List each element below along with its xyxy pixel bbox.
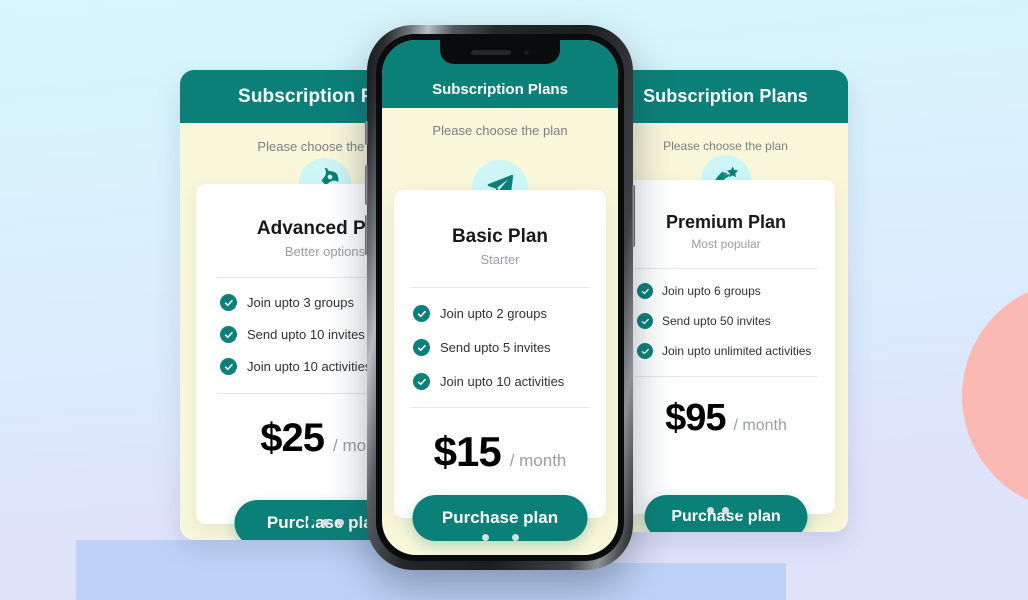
divider-top-basic <box>411 287 589 288</box>
phone-screen: Subscription Plans Please choose the pla… <box>382 40 618 555</box>
plan-tag-premium: Most popular <box>691 237 761 251</box>
feature-list-premium: Join upto 6 groups Send upto 50 invites … <box>637 283 835 359</box>
feature-item: Join upto 10 activities <box>413 373 606 390</box>
card-subtitle-basic: Please choose the plan <box>432 123 568 138</box>
feature-label: Join upto 6 groups <box>662 284 761 298</box>
phone-notch <box>440 40 560 64</box>
feature-label: Join upto 3 groups <box>247 295 354 310</box>
feature-label: Send upto 50 invites <box>662 314 771 328</box>
price-amount: $15 <box>433 428 502 475</box>
carousel-dot[interactable] <box>306 519 314 526</box>
plan-name-basic: Basic Plan <box>451 226 549 247</box>
feature-label: Join upto unlimited activities <box>662 344 812 358</box>
check-icon <box>220 326 237 343</box>
card-title-premium: Subscription Plans <box>643 86 808 106</box>
carousel-dot[interactable] <box>722 507 729 514</box>
carousel-dot[interactable] <box>336 519 344 526</box>
divider-bottom-basic <box>411 407 589 408</box>
phone-volume-down-button[interactable] <box>365 215 368 255</box>
feature-item: Send upto 50 invites <box>637 313 835 329</box>
carousel-dot[interactable] <box>321 519 329 526</box>
check-icon <box>413 373 430 390</box>
mockup-canvas: Subscription Plans Please choose the pla… <box>0 0 1028 600</box>
price-amount: $95 <box>665 397 726 439</box>
card-header-premium: Subscription Plans <box>603 70 848 123</box>
decorative-pink-circle <box>962 281 1028 511</box>
feature-list-basic: Join upto 2 groups Send upto 5 invites J… <box>413 305 606 390</box>
price-row-basic: $15 / month <box>394 428 606 476</box>
feature-label: Send upto 5 invites <box>440 340 551 355</box>
feature-label: Send upto 10 invites <box>247 327 365 342</box>
card-title-basic: Subscription Plans <box>432 81 568 98</box>
carousel-dot[interactable] <box>707 507 714 514</box>
phone-mute-switch[interactable] <box>365 121 368 145</box>
feature-label: Join upto 2 groups <box>440 306 547 321</box>
phone-volume-up-button[interactable] <box>365 165 368 205</box>
carousel-dot[interactable] <box>737 507 744 514</box>
price-period: / month <box>509 451 567 470</box>
check-icon <box>637 313 653 329</box>
card-subtitle-premium: Please choose the plan <box>663 139 788 153</box>
plan-tag-basic: Starter <box>480 252 520 267</box>
feature-label: Join upto 10 activities <box>247 359 372 374</box>
carousel-dots-premium[interactable] <box>603 507 848 514</box>
check-icon <box>413 305 430 322</box>
carousel-dot[interactable] <box>511 534 519 541</box>
check-icon <box>220 294 237 311</box>
carousel-dot[interactable] <box>496 534 504 541</box>
check-icon <box>637 343 653 359</box>
plan-name-premium: Premium Plan <box>665 212 787 232</box>
inner-card-basic: Basic Plan Starter Join upto 2 groups Se… <box>394 190 606 541</box>
price-amount: $25 <box>260 416 325 460</box>
check-icon <box>637 283 653 299</box>
feature-item: Join upto unlimited activities <box>637 343 835 359</box>
earpiece-speaker-icon <box>470 49 511 55</box>
price-period: / month <box>733 417 787 434</box>
phone-power-button[interactable] <box>632 185 635 247</box>
front-camera-icon <box>522 48 530 56</box>
inner-card-premium: Premium Plan Most popular Join upto 6 gr… <box>617 180 835 532</box>
carousel-dots-basic[interactable] <box>382 534 618 541</box>
phone-bezel: Subscription Plans Please choose the pla… <box>376 34 624 561</box>
feature-item: Join upto 2 groups <box>413 305 606 322</box>
feature-item: Join upto 6 groups <box>637 283 835 299</box>
divider-bottom-premium <box>635 376 817 377</box>
phone-mockup: Subscription Plans Please choose the pla… <box>365 25 635 570</box>
check-icon <box>413 339 430 356</box>
feature-item: Send upto 5 invites <box>413 339 606 356</box>
carousel-dot[interactable] <box>481 534 489 541</box>
divider-top-premium <box>635 268 817 269</box>
plan-card-premium[interactable]: Subscription Plans Please choose the pla… <box>603 70 848 532</box>
check-icon <box>220 358 237 375</box>
price-row-premium: $95 / month <box>617 397 835 440</box>
feature-label: Join upto 10 activities <box>440 374 565 389</box>
